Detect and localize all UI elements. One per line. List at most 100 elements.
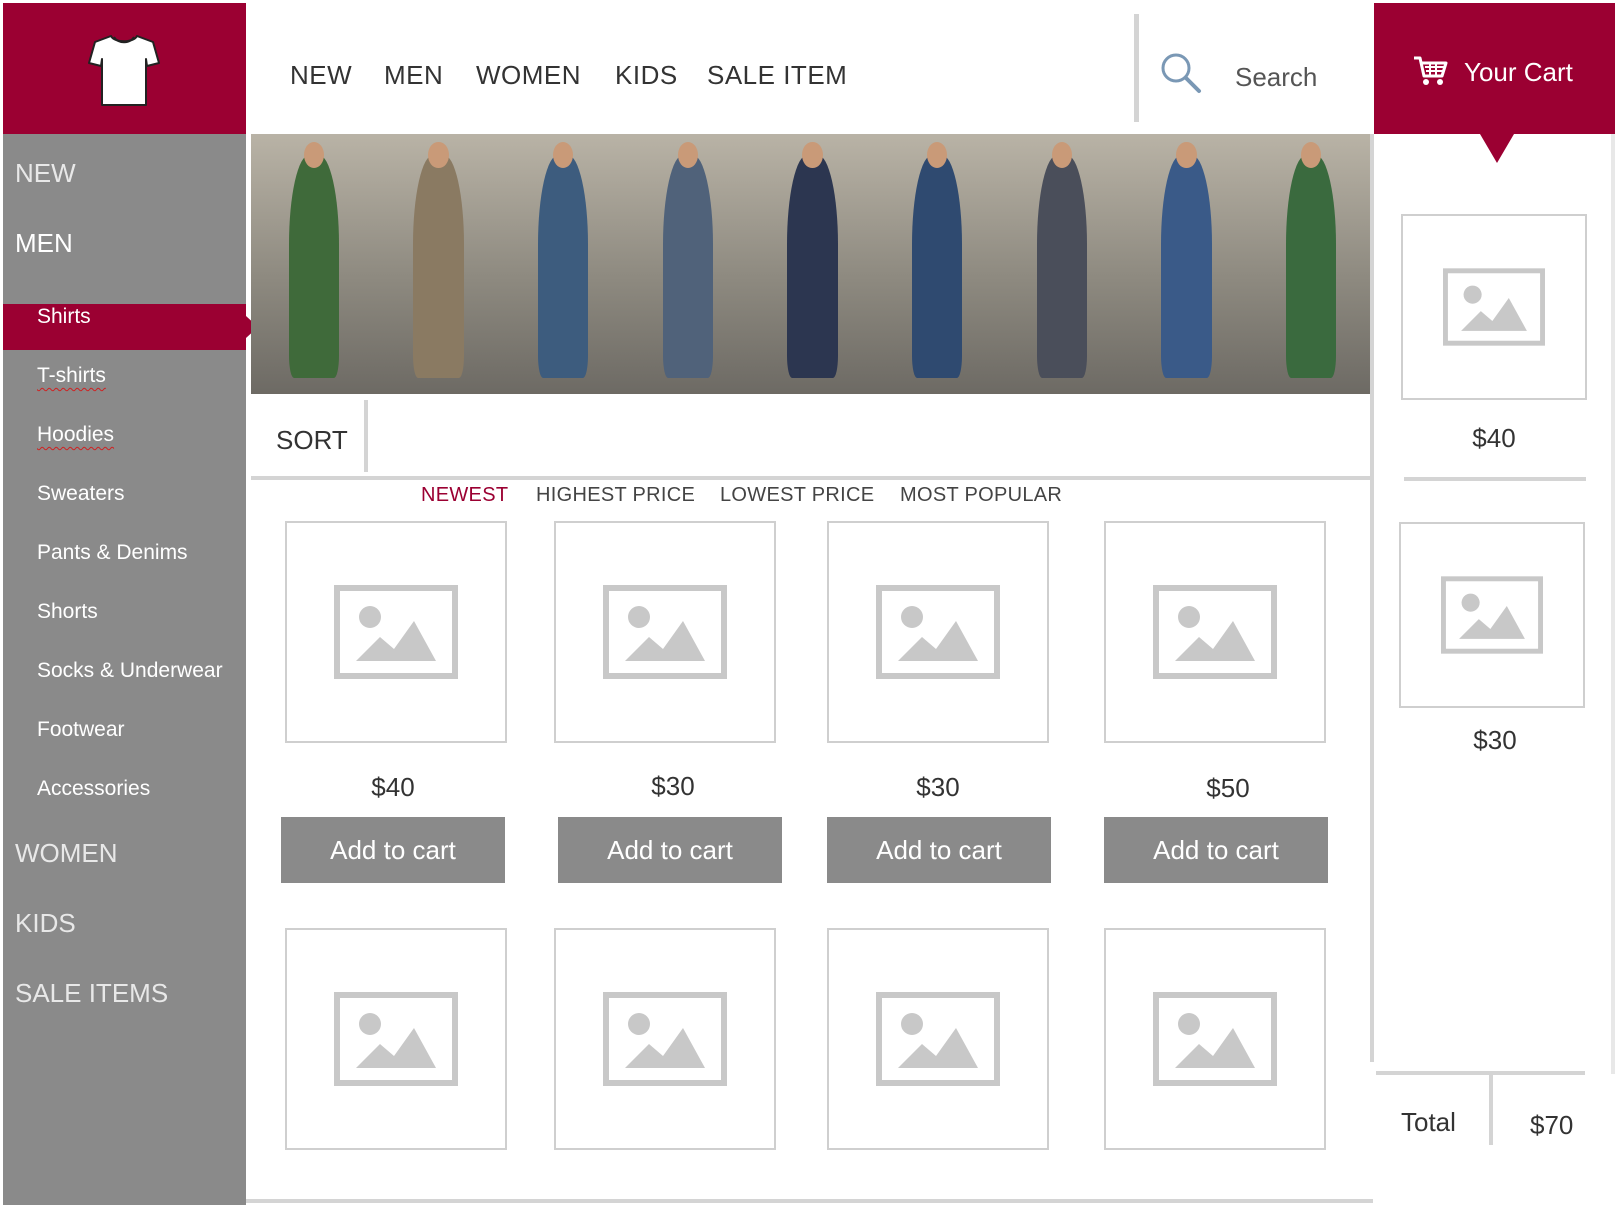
image-placeholder-icon xyxy=(334,585,458,679)
banner-figure-head xyxy=(553,141,574,168)
banner-figure-head xyxy=(802,141,823,168)
sidebar-sub-shirts[interactable]: Shirts xyxy=(37,305,91,329)
sort-option-lowest-price[interactable]: LOWEST PRICE xyxy=(720,484,874,507)
banner-photo xyxy=(1123,134,1250,394)
cart-icon xyxy=(1414,56,1448,85)
nav-men[interactable]: MEN xyxy=(384,60,443,91)
nav-sale-item[interactable]: SALE ITEM xyxy=(707,60,847,91)
banner-figure-head xyxy=(1301,141,1322,168)
tshirt-icon xyxy=(88,35,160,106)
banner-photo xyxy=(500,134,626,394)
sidebar-item-new[interactable]: NEW xyxy=(15,158,76,189)
sidebar-sub-tshirts[interactable]: T-shirts xyxy=(37,364,106,388)
image-placeholder-icon xyxy=(876,585,1000,679)
banner-figure-head xyxy=(677,141,698,168)
cart-item-image[interactable] xyxy=(1399,522,1585,708)
sidebar-item-women[interactable]: WOMEN xyxy=(15,838,118,869)
total-divider xyxy=(1376,1071,1585,1075)
cart-panel-border xyxy=(1370,134,1374,1062)
sidebar-sub-hoodies[interactable]: Hoodies xyxy=(37,423,114,447)
nav-women[interactable]: WOMEN xyxy=(476,60,581,91)
bottom-border xyxy=(246,1199,1373,1203)
search-input[interactable]: Search xyxy=(1235,62,1317,93)
banner-figure-head xyxy=(1176,141,1197,168)
image-placeholder-icon xyxy=(603,992,727,1086)
sort-option-most-popular[interactable]: MOST POPULAR xyxy=(900,484,1062,507)
product-price: $30 xyxy=(651,771,695,801)
banner-figure-head xyxy=(1051,141,1072,168)
sort-underline xyxy=(251,476,1373,480)
nav-divider xyxy=(1134,14,1139,122)
banner-figure xyxy=(288,154,339,379)
banner-figure xyxy=(662,154,713,379)
banner-figure-head xyxy=(303,141,324,168)
product-image[interactable] xyxy=(554,928,776,1150)
product-image[interactable] xyxy=(285,928,507,1150)
sidebar-sub-footwear[interactable]: Footwear xyxy=(37,718,125,742)
banner-photo xyxy=(749,134,876,394)
sort-divider xyxy=(364,400,368,472)
banner-figure-head xyxy=(927,141,948,168)
cart-pointer xyxy=(1480,134,1514,163)
cart-item-separator xyxy=(1404,477,1586,481)
add-to-cart-button[interactable]: Add to cart xyxy=(827,817,1051,883)
product-price: $50 xyxy=(1206,773,1250,803)
image-placeholder-icon xyxy=(334,992,458,1086)
banner-photo xyxy=(874,134,1000,394)
banner-photo xyxy=(251,134,377,394)
image-placeholder-icon xyxy=(1153,992,1277,1086)
product-price: $40 xyxy=(371,772,415,802)
image-placeholder-icon xyxy=(1441,576,1543,654)
banner-photo xyxy=(1248,134,1373,394)
total-value: $70 xyxy=(1530,1110,1574,1140)
hero-banner[interactable] xyxy=(251,134,1373,394)
sidebar-sub-accessories[interactable]: Accessories xyxy=(37,777,150,801)
nav-kids[interactable]: KIDS xyxy=(615,60,678,91)
add-to-cart-button[interactable]: Add to cart xyxy=(1104,817,1328,883)
nav-new[interactable]: NEW xyxy=(290,60,352,91)
add-to-cart-button[interactable]: Add to cart xyxy=(558,817,782,883)
banner-figure xyxy=(538,154,589,379)
sidebar-sub-socks-underwear[interactable]: Socks & Underwear xyxy=(37,659,223,683)
search-icon[interactable] xyxy=(1160,52,1202,94)
banner-photo xyxy=(375,134,502,394)
image-placeholder-icon xyxy=(1153,585,1277,679)
banner-figure xyxy=(1036,154,1087,379)
logo[interactable] xyxy=(3,3,246,134)
product-image[interactable] xyxy=(1104,928,1326,1150)
sort-label: SORT xyxy=(276,425,348,455)
sort-option-highest-price[interactable]: HIGHEST PRICE xyxy=(536,484,695,507)
product-image[interactable] xyxy=(1104,521,1326,743)
banner-figure-head xyxy=(428,141,449,168)
sidebar-item-men[interactable]: MEN xyxy=(15,228,73,259)
product-price: $30 xyxy=(916,772,960,802)
sidebar-item-sale-items[interactable]: SALE ITEMS xyxy=(15,978,168,1009)
banner-figure xyxy=(787,154,838,379)
banner-figure xyxy=(1286,154,1337,379)
cart-item-image[interactable] xyxy=(1401,214,1587,400)
cart-label: Your Cart xyxy=(1464,57,1573,87)
total-separator xyxy=(1489,1075,1493,1145)
image-placeholder-icon xyxy=(1443,268,1545,346)
cart-panel-edge xyxy=(1611,134,1615,1074)
banner-figure xyxy=(413,154,464,379)
sidebar-sub-shorts[interactable]: Shorts xyxy=(37,600,98,624)
sidebar-sub-sweaters[interactable]: Sweaters xyxy=(37,482,125,506)
sort-option-newest[interactable]: NEWEST xyxy=(421,484,508,507)
product-image[interactable] xyxy=(827,521,1049,743)
cart-item-price: $40 xyxy=(1472,423,1516,453)
sidebar-item-kids[interactable]: KIDS xyxy=(15,908,76,939)
banner-figure xyxy=(1161,154,1212,379)
product-image[interactable] xyxy=(554,521,776,743)
banner-photo xyxy=(625,134,751,394)
product-image[interactable] xyxy=(827,928,1049,1150)
add-to-cart-button[interactable]: Add to cart xyxy=(281,817,505,883)
total-label: Total xyxy=(1401,1107,1456,1137)
image-placeholder-icon xyxy=(876,992,1000,1086)
banner-photo xyxy=(999,134,1125,394)
product-image[interactable] xyxy=(285,521,507,743)
cart-item-price: $30 xyxy=(1473,725,1517,755)
cart-button[interactable]: Your Cart xyxy=(1374,3,1615,134)
sidebar-sub-pants-denims[interactable]: Pants & Denims xyxy=(37,541,188,565)
image-placeholder-icon xyxy=(603,585,727,679)
